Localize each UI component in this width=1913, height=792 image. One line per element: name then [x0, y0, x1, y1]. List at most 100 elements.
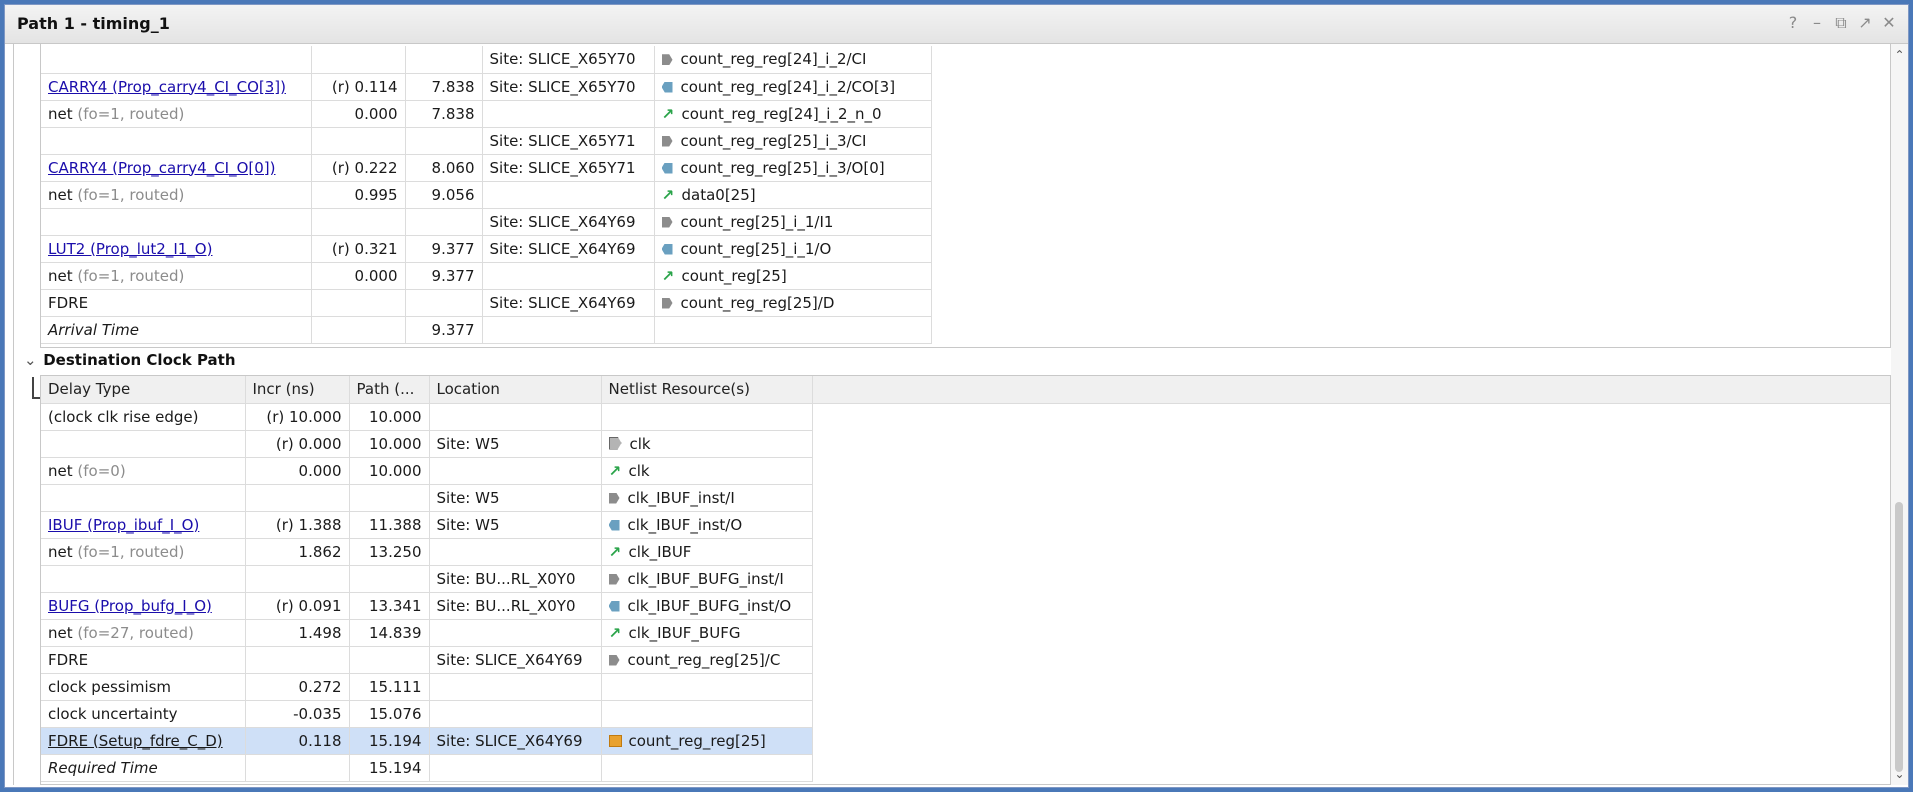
table-row[interactable]: net (fo=1, routed) 0.000 7.838 ↗ count_reg_r…: [41, 100, 932, 128]
table-row[interactable]: (r) 0.000 10.000 Site: W5 clk: [41, 430, 1890, 458]
scroll-down-icon[interactable]: ⌄: [1891, 765, 1908, 783]
table-row[interactable]: Site: SLICE_X65Y71 count_reg_reg[25]_i_3/…: [41, 127, 932, 155]
delay-type-link[interactable]: BUFG (Prop_bufg_I_O): [48, 597, 212, 615]
table-row[interactable]: (clock clk rise edge) (r) 10.000 10.000: [41, 403, 1890, 431]
table-row[interactable]: FDRE Site: SLICE_X64Y69 count_reg_reg[25]/…: [41, 289, 932, 317]
netlist-resource-cell[interactable]: count_reg_reg[25]_i_3/CI: [654, 127, 932, 155]
path-cell: 13.341: [349, 592, 430, 620]
net-icon: ↗: [661, 266, 675, 285]
delay-type-link[interactable]: IBUF (Prop_ibuf_I_O): [48, 516, 199, 534]
netlist-resource-cell[interactable]: count_reg_reg[25]/D: [654, 289, 932, 317]
netlist-resource-cell[interactable]: count_reg_reg[25]/C: [601, 646, 813, 674]
close-icon[interactable]: ✕: [1879, 13, 1899, 33]
delay-type-text: net: [48, 185, 73, 204]
incr-cell: (r) 1.388: [245, 511, 350, 539]
path-cell: [349, 484, 430, 512]
netlist-resource-cell[interactable]: clk: [601, 430, 813, 458]
netlist-resource-cell[interactable]: ↗ clk_IBUF: [601, 538, 813, 566]
delay-type-cell[interactable]: CARRY4 (Prop_carry4_CI_O[0]): [41, 154, 312, 182]
netlist-resource-text: count_reg_reg[25]/C: [627, 650, 781, 669]
table-row[interactable]: net (fo=0) 0.000 10.000 ↗ clk: [41, 457, 1890, 485]
incr-cell: -0.035: [245, 700, 350, 728]
location-cell: Site: SLICE_X64Y69: [429, 646, 602, 674]
header-path[interactable]: Path (...: [349, 376, 430, 404]
table-row[interactable]: Required Time 15.194: [41, 754, 1890, 782]
location-cell: [429, 457, 602, 485]
netlist-resource-cell[interactable]: count_reg_reg[25]: [601, 727, 813, 755]
data-path-table-wrap: Site: SLICE_X65Y70 count_reg_reg[24]_i_2/…: [40, 44, 1891, 348]
path-cell: 15.076: [349, 700, 430, 728]
netlist-resource-cell[interactable]: [601, 673, 813, 701]
netlist-resource-cell[interactable]: count_reg_reg[25]_i_3/O[0]: [654, 154, 932, 182]
table-row[interactable]: net (fo=1, routed) 0.000 9.377 ↗ count_reg[2…: [41, 262, 932, 290]
scrollbar-thumb[interactable]: [1895, 502, 1903, 772]
netlist-resource-cell[interactable]: clk_IBUF_BUFG_inst/O: [601, 592, 813, 620]
location-cell: Site: SLICE_X64Y69: [429, 727, 602, 755]
restore-icon[interactable]: ⧉: [1831, 13, 1851, 33]
table-row[interactable]: net (fo=27, routed) 1.498 14.839 ↗ clk_IBUF_…: [41, 619, 1890, 647]
netlist-resource-cell[interactable]: count_reg_reg[24]_i_2/CO[3]: [654, 73, 932, 101]
delay-type-cell[interactable]: CARRY4 (Prop_carry4_CI_CO[3]): [41, 73, 312, 101]
delay-type-cell: net (fo=0): [41, 457, 246, 485]
header-netlist-resources[interactable]: Netlist Resource(s): [601, 376, 813, 404]
delay-type-cell[interactable]: LUT2 (Prop_lut2_I1_O): [41, 235, 312, 263]
delay-type-cell: [41, 46, 312, 74]
incr-cell: [245, 484, 350, 512]
table-row[interactable]: IBUF (Prop_ibuf_I_O) (r) 1.388 11.388 Site:…: [41, 511, 1890, 539]
netlist-resource-text: clk: [628, 461, 650, 480]
destination-clock-table-wrap: Delay Type Incr (ns) Path (... Location …: [40, 375, 1891, 785]
netlist-resource-cell[interactable]: [601, 700, 813, 728]
delay-type-link[interactable]: CARRY4 (Prop_carry4_CI_CO[3]): [48, 78, 286, 96]
chevron-down-icon[interactable]: ⌄: [24, 351, 38, 369]
path-cell: 11.388: [349, 511, 430, 539]
netlist-resource-cell[interactable]: [654, 316, 932, 344]
table-row[interactable]: LUT2 (Prop_lut2_I1_O) (r) 0.321 9.377 Site:…: [41, 235, 932, 263]
vertical-scrollbar[interactable]: ⌃ ⌄: [1891, 44, 1908, 785]
delay-type-text: FDRE: [48, 650, 89, 669]
minimize-icon[interactable]: –: [1807, 13, 1827, 33]
netlist-resource-cell[interactable]: clk_IBUF_BUFG_inst/I: [601, 565, 813, 593]
netlist-resource-cell[interactable]: [601, 403, 813, 431]
header-delay-type[interactable]: Delay Type: [41, 376, 246, 404]
incr-cell: [311, 127, 406, 155]
netlist-resource-cell[interactable]: ↗ clk_IBUF_BUFG: [601, 619, 813, 647]
netlist-resource-cell[interactable]: ↗ clk: [601, 457, 813, 485]
table-row[interactable]: Site: BU...RL_X0Y0 clk_IBUF_BUFG_inst/I: [41, 565, 1890, 593]
table-row[interactable]: FDRE Site: SLICE_X64Y69 count_reg_reg[25]/…: [41, 646, 1890, 674]
netlist-resource-cell[interactable]: clk_IBUF_inst/I: [601, 484, 813, 512]
filler-cell: [812, 511, 1890, 538]
netlist-resource-cell[interactable]: count_reg[25]_i_1/O: [654, 235, 932, 263]
help-icon[interactable]: ?: [1783, 13, 1803, 33]
table-row[interactable]: clock uncertainty -0.035 15.076: [41, 700, 1890, 728]
table-row[interactable]: Site: SLICE_X64Y69 count_reg[25]_i_1/I1: [41, 208, 932, 236]
table-row[interactable]: CARRY4 (Prop_carry4_CI_CO[3]) (r) 0.114 7.…: [41, 73, 932, 101]
table-row[interactable]: Site: SLICE_X65Y70 count_reg_reg[24]_i_2/…: [41, 46, 932, 74]
header-incr[interactable]: Incr (ns): [245, 376, 350, 404]
header-location[interactable]: Location: [429, 376, 602, 404]
netlist-resource-cell[interactable]: count_reg[25]_i_1/I1: [654, 208, 932, 236]
scroll-up-icon[interactable]: ⌃: [1891, 46, 1908, 64]
delay-type-cell[interactable]: BUFG (Prop_bufg_I_O): [41, 592, 246, 620]
destination-clock-path-header[interactable]: ⌄ Destination Clock Path: [24, 351, 236, 373]
delay-type-link[interactable]: CARRY4 (Prop_carry4_CI_O[0]): [48, 159, 276, 177]
table-row[interactable]: net (fo=1, routed) 0.995 9.056 ↗ data0[25]: [41, 181, 932, 209]
table-row[interactable]: CARRY4 (Prop_carry4_CI_O[0]) (r) 0.222 8.0…: [41, 154, 932, 182]
table-row[interactable]: FDRE (Setup_fdre_C_D) 0.118 15.194 Site: SL…: [41, 727, 1890, 755]
delay-type-cell[interactable]: IBUF (Prop_ibuf_I_O): [41, 511, 246, 539]
delay-type-link[interactable]: LUT2 (Prop_lut2_I1_O): [48, 240, 212, 258]
table-row[interactable]: BUFG (Prop_bufg_I_O) (r) 0.091 13.341 Site:…: [41, 592, 1890, 620]
netlist-resource-cell[interactable]: ↗ count_reg_reg[24]_i_2_n_0: [654, 100, 932, 128]
netlist-resource-cell[interactable]: clk_IBUF_inst/O: [601, 511, 813, 539]
netlist-resource-cell[interactable]: ↗ count_reg[25]: [654, 262, 932, 290]
filler-cell: [812, 673, 1890, 700]
table-row[interactable]: net (fo=1, routed) 1.862 13.250 ↗ clk_IBUF: [41, 538, 1890, 566]
float-icon[interactable]: ↗: [1855, 13, 1875, 33]
table-row[interactable]: Arrival Time 9.377: [41, 316, 932, 344]
delay-type-cell: net (fo=27, routed): [41, 619, 246, 647]
netlist-resource-cell[interactable]: count_reg_reg[24]_i_2/CI: [654, 46, 932, 74]
netlist-resource-cell[interactable]: [601, 754, 813, 782]
netlist-resource-cell[interactable]: ↗ data0[25]: [654, 181, 932, 209]
table-row[interactable]: clock pessimism 0.272 15.111: [41, 673, 1890, 701]
table-row[interactable]: Site: W5 clk_IBUF_inst/I: [41, 484, 1890, 512]
timing-report-content[interactable]: Site: SLICE_X65Y70 count_reg_reg[24]_i_2/…: [13, 44, 1891, 785]
